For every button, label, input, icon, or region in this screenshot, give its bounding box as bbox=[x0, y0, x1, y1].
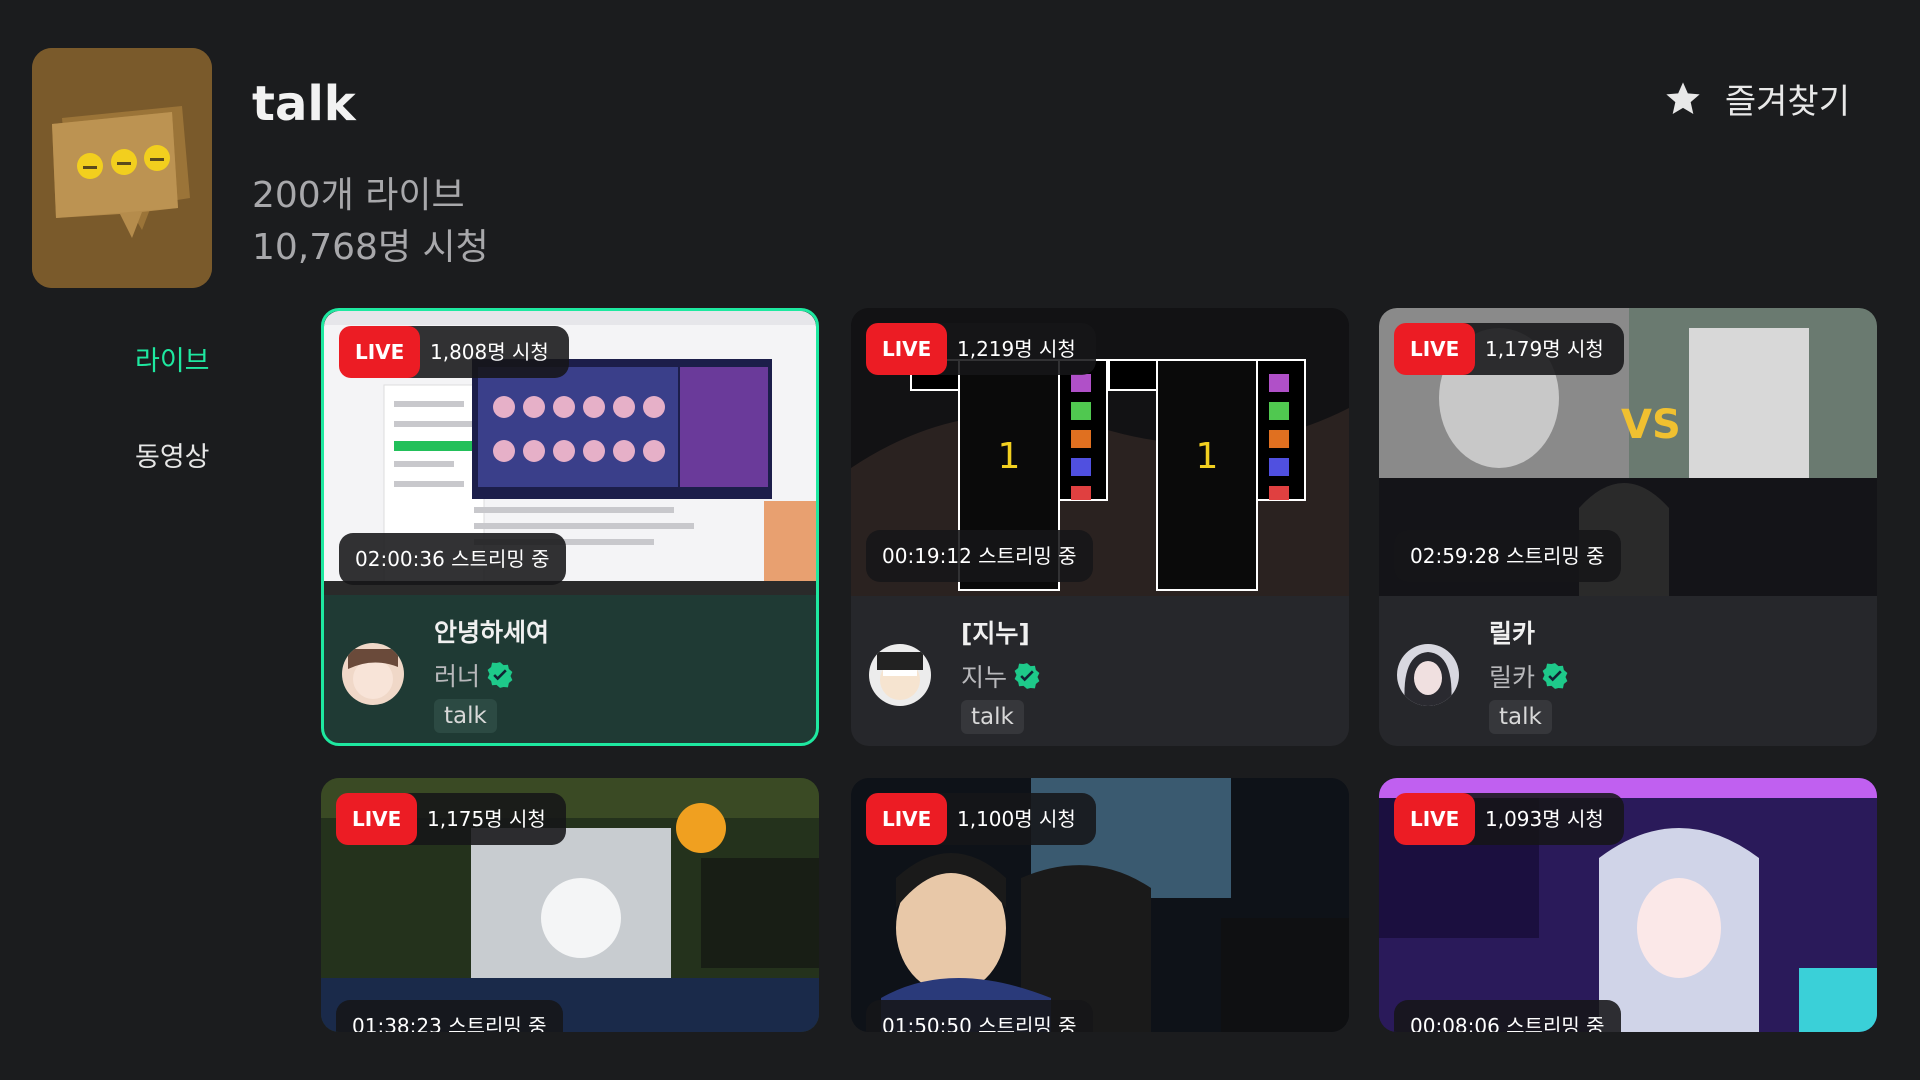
live-badge: LIVE bbox=[1394, 793, 1476, 845]
viewer-count-badge: 1,808명 시청 bbox=[398, 326, 569, 378]
live-count: 200개 라이브 bbox=[252, 175, 465, 216]
stream-card[interactable]: 1,175명 시청 LIVE 01:38:23 스트리밍 중 bbox=[321, 778, 819, 1032]
avatar bbox=[1397, 644, 1459, 706]
streamer-name: 러너 bbox=[434, 662, 481, 691]
avatar bbox=[869, 644, 931, 706]
stream-thumbnail: 1,093명 시청 LIVE 00:08:06 스트리밍 중 bbox=[1379, 778, 1877, 1032]
star-icon bbox=[1666, 81, 1700, 114]
live-badge: LIVE bbox=[1394, 323, 1476, 375]
stream-title: [지누] bbox=[961, 619, 1030, 648]
category-page: talk 200개 라이브 10,768명 시청 즐겨찾기 라이브 동영상 1,… bbox=[0, 0, 1920, 1080]
stream-thumbnail: 1,175명 시청 LIVE 01:38:23 스트리밍 중 bbox=[321, 778, 819, 1032]
stream-thumbnail: 1 1 1,219명 시청 LIVE 00:19:12 스트리밍 중 bbox=[851, 308, 1349, 596]
streamer-name-row: 러너 bbox=[434, 657, 514, 693]
stream-card[interactable]: VS 1,179명 시청 LIVE 02:59:28 스트리밍 중 릴카 릴카 … bbox=[1379, 308, 1877, 746]
stream-thumbnail: 1,808명 시청 LIVE 02:00:36 스트리밍 중 bbox=[324, 311, 816, 595]
stream-duration-badge: 00:08:06 스트리밍 중 bbox=[1394, 1000, 1621, 1032]
stream-title: 릴카 bbox=[1489, 619, 1536, 648]
verified-icon bbox=[487, 662, 513, 688]
svg-text:1: 1 bbox=[1196, 436, 1219, 477]
live-badge: LIVE bbox=[866, 793, 948, 845]
stream-info: 안녕하세여 러너 talk bbox=[324, 595, 816, 743]
nav-video-tab[interactable]: 동영상 bbox=[135, 435, 210, 474]
stream-duration-badge: 02:59:28 스트리밍 중 bbox=[1394, 530, 1621, 582]
nav-live-tab[interactable]: 라이브 bbox=[135, 339, 210, 378]
svg-text:1: 1 bbox=[998, 436, 1021, 477]
avatar bbox=[342, 643, 404, 705]
live-badge: LIVE bbox=[336, 793, 418, 845]
stream-duration-badge: 02:00:36 스트리밍 중 bbox=[339, 533, 566, 585]
viewer-count-badge: 1,219명 시청 bbox=[925, 323, 1096, 375]
streamer-name-row: 지누 bbox=[961, 658, 1041, 694]
streamer-name-row: 릴카 bbox=[1489, 658, 1569, 694]
verified-icon bbox=[1014, 663, 1040, 689]
streamer-name: 릴카 bbox=[1489, 663, 1536, 692]
stream-info: [지누] 지누 talk bbox=[851, 596, 1349, 744]
stream-duration-badge: 00:19:12 스트리밍 중 bbox=[866, 530, 1093, 582]
viewer-count-badge: 1,175명 시청 bbox=[395, 793, 566, 845]
stream-card[interactable]: 1,100명 시청 LIVE 01:50:50 스트리밍 중 bbox=[851, 778, 1349, 1032]
stream-card[interactable]: 1,808명 시청 LIVE 02:00:36 스트리밍 중 안녕하세여 러너 … bbox=[321, 308, 819, 746]
live-badge: LIVE bbox=[866, 323, 948, 375]
stream-card[interactable]: 1,093명 시청 LIVE 00:08:06 스트리밍 중 bbox=[1379, 778, 1877, 1032]
svg-text:VS: VS bbox=[1621, 402, 1681, 448]
stream-title: 안녕하세여 bbox=[434, 618, 550, 647]
verified-icon bbox=[1542, 663, 1568, 689]
viewer-count-badge: 1,093명 시청 bbox=[1453, 793, 1624, 845]
stream-thumbnail: 1,100명 시청 LIVE 01:50:50 스트리밍 중 bbox=[851, 778, 1349, 1032]
stream-thumbnail: VS 1,179명 시청 LIVE 02:59:28 스트리밍 중 bbox=[1379, 308, 1877, 596]
stream-duration-badge: 01:38:23 스트리밍 중 bbox=[336, 1000, 563, 1032]
category-tag[interactable]: talk bbox=[1489, 700, 1552, 734]
category-title: talk bbox=[252, 76, 356, 132]
stream-info: 릴카 릴카 talk bbox=[1379, 596, 1877, 744]
streamer-name: 지누 bbox=[961, 663, 1008, 692]
favorite-button[interactable]: 즐겨찾기 bbox=[1663, 74, 1850, 123]
stream-card[interactable]: 1 1 1,219명 시청 LIVE 00:19:12 스트리밍 중 [지누] … bbox=[851, 308, 1349, 746]
viewer-count: 10,768명 시청 bbox=[252, 227, 489, 268]
live-badge: LIVE bbox=[339, 326, 421, 378]
viewer-count-badge: 1,179명 시청 bbox=[1453, 323, 1624, 375]
category-tag[interactable]: talk bbox=[961, 700, 1024, 734]
favorite-label: 즐겨찾기 bbox=[1724, 82, 1850, 122]
stream-duration-badge: 01:50:50 스트리밍 중 bbox=[866, 1000, 1093, 1032]
category-thumbnail bbox=[32, 48, 212, 288]
category-tag[interactable]: talk bbox=[434, 699, 497, 733]
viewer-count-badge: 1,100명 시청 bbox=[925, 793, 1096, 845]
